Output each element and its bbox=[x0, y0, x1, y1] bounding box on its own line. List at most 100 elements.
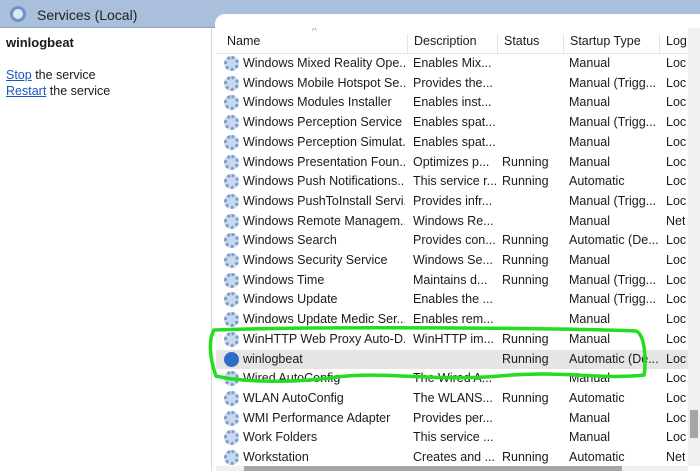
service-name: WLAN AutoConfig bbox=[243, 390, 344, 405]
service-row[interactable]: Windows Mixed Reality Ope... Enables Mix… bbox=[216, 54, 688, 74]
service-row[interactable]: Windows Security Service Windows Se... R… bbox=[216, 251, 688, 271]
service-name: winlogbeat bbox=[243, 351, 303, 366]
column-status[interactable]: Status bbox=[497, 34, 563, 54]
service-row[interactable]: winlogbeat Running Automatic (De... Loc bbox=[216, 349, 688, 370]
service-log-on-as: Loc bbox=[666, 410, 687, 425]
service-log-on-as: Loc bbox=[666, 331, 687, 346]
service-row[interactable]: Windows Push Notifications... This servi… bbox=[216, 172, 688, 192]
service-startup-type: Manual bbox=[569, 95, 610, 110]
stop-link[interactable]: Stop bbox=[6, 68, 32, 82]
service-gear-icon bbox=[224, 56, 239, 71]
service-gear-icon bbox=[224, 115, 239, 131]
service-description: Creates and ... bbox=[413, 450, 495, 464]
vertical-scrollbar[interactable] bbox=[688, 28, 700, 466]
service-startup-type: Manual bbox=[569, 253, 610, 267]
service-row[interactable]: Windows Remote Managem... Windows Re... … bbox=[216, 212, 688, 232]
service-startup-type: Manual bbox=[569, 331, 610, 346]
service-description: Windows Re... bbox=[413, 213, 494, 228]
service-gear-icon bbox=[224, 134, 239, 150]
services-list: Name ^ Description Status Startup Type L… bbox=[216, 28, 688, 466]
service-startup-type: Manual bbox=[569, 134, 610, 149]
service-startup-type: Manual (Trigg... bbox=[569, 115, 657, 130]
service-startup-type: Automatic bbox=[569, 174, 625, 189]
scroll-thumb[interactable] bbox=[244, 466, 622, 471]
service-gear-icon bbox=[224, 233, 239, 249]
service-log-on-as: Loc bbox=[666, 193, 687, 208]
service-log-on-as: Loc bbox=[666, 95, 687, 110]
horizontal-scrollbar[interactable] bbox=[216, 466, 688, 471]
service-status: Running bbox=[502, 331, 549, 346]
service-row[interactable]: Windows Mobile Hotspot Se... Provides th… bbox=[216, 74, 688, 94]
tab-shape bbox=[215, 14, 700, 29]
service-row[interactable]: Windows Update Medic Ser... Enables rem.… bbox=[216, 310, 688, 330]
service-gear-icon bbox=[224, 292, 239, 308]
service-row[interactable]: Wired AutoConfig The Wired A... Manual L… bbox=[216, 369, 688, 389]
service-name: Work Folders bbox=[243, 430, 318, 445]
service-row[interactable]: Work Folders This service ... Manual Loc bbox=[216, 428, 688, 448]
service-gear-icon bbox=[224, 430, 239, 446]
service-log-on-as: Loc bbox=[666, 371, 687, 386]
service-status: Running bbox=[502, 174, 549, 189]
service-name: WMI Performance Adapter bbox=[243, 410, 391, 425]
service-row[interactable]: WinHTTP Web Proxy Auto-D... WinHTTP im..… bbox=[216, 330, 688, 350]
column-header: Name ^ Description Status Startup Type L… bbox=[216, 28, 688, 54]
restart-action: Restart the service bbox=[6, 84, 110, 98]
service-description: Enables spat... bbox=[413, 115, 496, 130]
title-bar: Services (Local) bbox=[0, 0, 700, 29]
service-gear-icon bbox=[224, 351, 239, 367]
service-log-on-as: Loc bbox=[666, 312, 687, 327]
service-name: Windows Push Notifications... bbox=[243, 174, 405, 189]
restart-link[interactable]: Restart bbox=[6, 84, 46, 98]
service-description: This service ... bbox=[413, 430, 494, 445]
column-name[interactable]: Name bbox=[216, 34, 407, 54]
service-log-on-as: Loc bbox=[666, 351, 687, 366]
service-description: Provides infr... bbox=[413, 193, 493, 208]
service-row[interactable]: Windows Modules Installer Enables inst..… bbox=[216, 93, 688, 113]
service-row[interactable]: Workstation Creates and ... Running Auto… bbox=[216, 448, 688, 466]
service-description: Enables spat... bbox=[413, 134, 496, 149]
service-row[interactable]: WMI Performance Adapter Provides per... … bbox=[216, 409, 688, 429]
service-gear-icon bbox=[224, 390, 239, 406]
service-gear-icon bbox=[224, 371, 239, 387]
service-description: Enables inst... bbox=[413, 95, 492, 110]
selected-service-name: winlogbeat bbox=[6, 35, 74, 50]
service-log-on-as: Loc bbox=[666, 174, 687, 189]
description-pane: winlogbeat Stop the service Restart the … bbox=[0, 28, 212, 471]
service-description: Maintains d... bbox=[413, 272, 488, 287]
service-startup-type: Manual (Trigg... bbox=[569, 292, 657, 307]
service-gear-icon bbox=[224, 193, 239, 209]
service-log-on-as: Loc bbox=[666, 233, 687, 248]
service-status: Running bbox=[502, 351, 549, 366]
service-status: Running bbox=[502, 253, 549, 267]
service-startup-type: Automatic (De... bbox=[569, 233, 659, 248]
service-row[interactable]: Windows Presentation Foun... Optimizes p… bbox=[216, 153, 688, 173]
service-gear-icon bbox=[224, 75, 239, 91]
service-gear-icon bbox=[224, 154, 239, 170]
service-name: Windows Mixed Reality Ope... bbox=[243, 56, 405, 70]
service-startup-type: Manual bbox=[569, 371, 610, 386]
service-gear-icon bbox=[224, 450, 239, 465]
service-row[interactable]: WLAN AutoConfig The WLANS... Running Aut… bbox=[216, 389, 688, 409]
column-description[interactable]: Description bbox=[407, 34, 497, 54]
service-row[interactable]: Windows Perception Service Enables spat.… bbox=[216, 113, 688, 133]
service-row[interactable]: Windows Time Maintains d... Running Manu… bbox=[216, 271, 688, 291]
service-startup-type: Manual bbox=[569, 213, 610, 228]
service-log-on-as: Loc bbox=[666, 292, 687, 307]
service-log-on-as: Loc bbox=[666, 115, 687, 130]
service-name: Workstation bbox=[243, 450, 309, 464]
service-description: Enables the ... bbox=[413, 292, 493, 307]
service-row[interactable]: Windows Search Provides con... Running A… bbox=[216, 231, 688, 251]
service-name: Windows Security Service bbox=[243, 253, 388, 267]
scroll-thumb[interactable] bbox=[690, 410, 698, 438]
service-status: Running bbox=[502, 390, 549, 405]
service-description: Optimizes p... bbox=[413, 154, 490, 169]
service-row[interactable]: Windows Update Enables the ... Manual (T… bbox=[216, 290, 688, 310]
service-startup-type: Manual (Trigg... bbox=[569, 75, 657, 90]
service-row[interactable]: Windows Perception Simulat... Enables sp… bbox=[216, 133, 688, 153]
service-row[interactable]: Windows PushToInstall Servi... Provides … bbox=[216, 192, 688, 212]
column-log-on-as[interactable]: Log bbox=[659, 34, 688, 54]
column-startup-type[interactable]: Startup Type bbox=[563, 34, 659, 54]
service-startup-type: Automatic (De... bbox=[569, 351, 659, 366]
service-status: Running bbox=[502, 154, 549, 169]
service-description: This service r... bbox=[413, 174, 497, 189]
